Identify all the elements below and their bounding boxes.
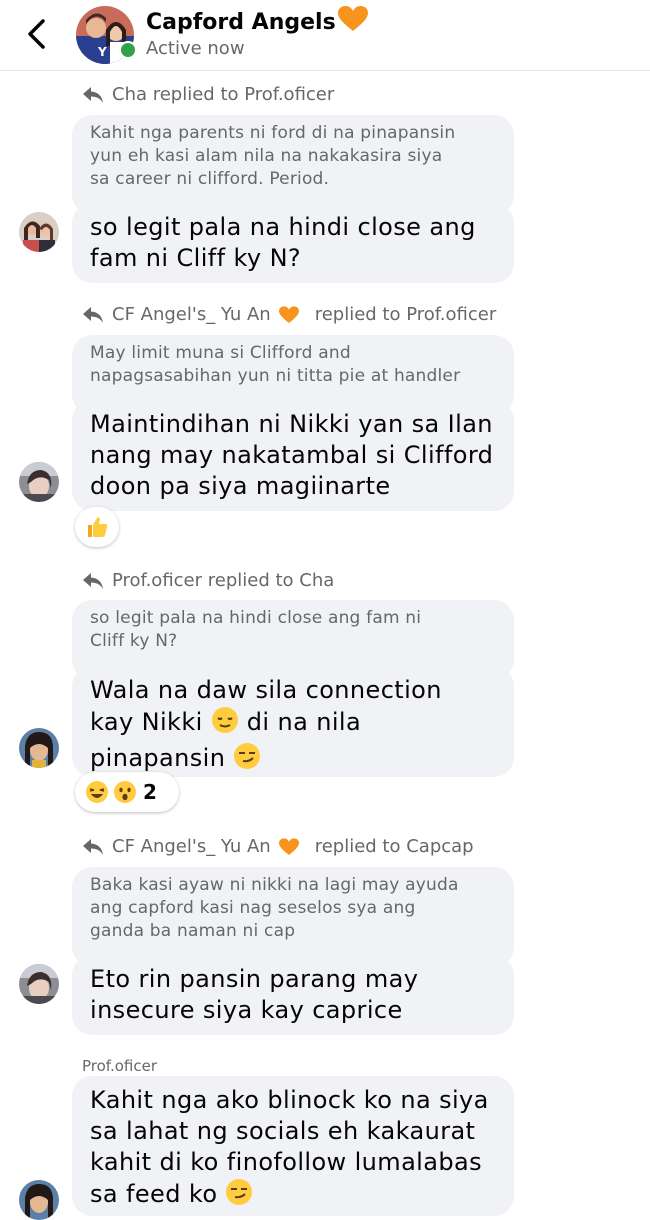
smirking-face-emoji (233, 742, 261, 778)
active-status: Active now (146, 38, 245, 59)
reaction-badge[interactable]: 2 (75, 772, 179, 812)
message-bubble[interactable]: Wala na daw sila connection kay Nikki di… (72, 666, 514, 777)
message-bubble[interactable]: Kahit nga ako blinock ko na siya sa laha… (72, 1076, 514, 1216)
sender-avatar[interactable] (19, 728, 59, 768)
laughing-face-emoji (85, 780, 109, 804)
reply-arrow-icon (82, 306, 112, 324)
reply-label: CF Angel's_ Yu An replied to Capcap (82, 836, 474, 857)
chat-title[interactable]: Capford Angels (146, 6, 368, 38)
quoted-message[interactable]: Kahit nga parents ni ford di na pinapans… (72, 115, 514, 215)
sender-avatar[interactable] (19, 212, 59, 252)
back-chevron-icon[interactable] (22, 16, 52, 52)
message-bubble[interactable]: so legit pala na hindi close ang fam ni … (72, 203, 514, 283)
sender-avatar[interactable] (19, 964, 59, 1004)
reply-arrow-icon (82, 572, 112, 590)
sender-name: Prof.oficer (82, 1057, 158, 1075)
reaction-badge[interactable] (75, 507, 119, 547)
sender-avatar[interactable] (19, 462, 59, 502)
reply-arrow-icon (82, 838, 112, 856)
message-bubble[interactable]: Eto rin pansin parang may insecure siya … (72, 955, 514, 1035)
smirking-face-emoji (225, 1178, 253, 1214)
svg-text:Y: Y (97, 45, 107, 59)
thumbs-up-icon (85, 515, 109, 539)
reply-label: Cha replied to Prof.oficer (82, 84, 334, 105)
orange-heart-icon (278, 305, 307, 324)
sender-avatar[interactable] (19, 1180, 59, 1220)
reply-label: CF Angel's_ Yu An replied to Prof.oficer (82, 304, 496, 325)
reply-arrow-icon (82, 86, 112, 104)
orange-heart-icon (337, 6, 368, 38)
message-bubble[interactable]: Maintindihan ni Nikki yan sa Ilan nang m… (72, 400, 514, 511)
reply-label: Prof.oficer replied to Cha (82, 570, 334, 591)
quoted-message[interactable]: Baka kasi ayaw ni nikki na lagi may ayud… (72, 867, 514, 967)
reaction-count: 2 (143, 780, 157, 804)
orange-heart-icon (278, 837, 307, 856)
chat-header: Y Capford Angels Active now (0, 0, 650, 71)
relieved-face-emoji (211, 706, 239, 742)
surprised-face-emoji (113, 780, 137, 804)
online-status-dot (119, 41, 137, 59)
